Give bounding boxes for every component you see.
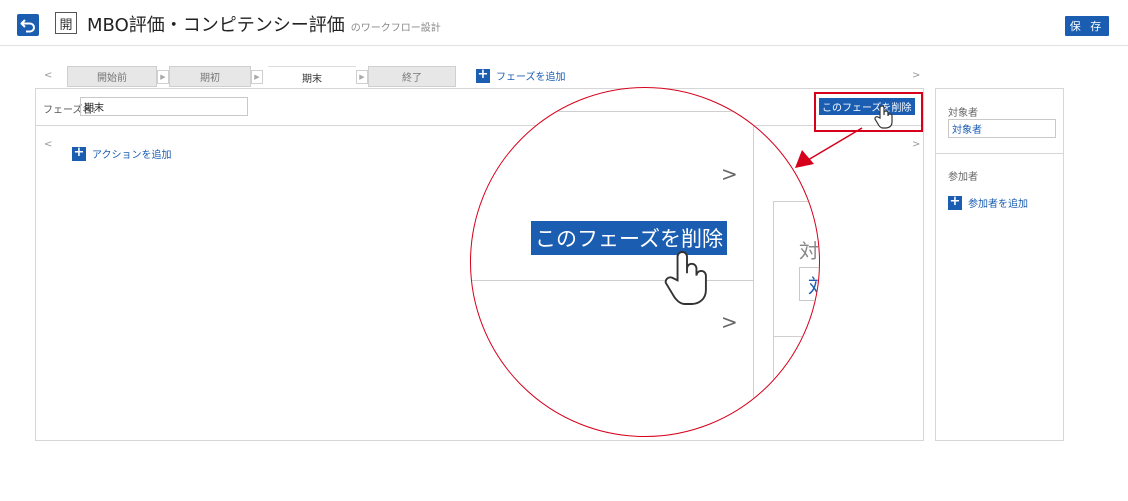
page-subtitle: のワークフロー設計 [350,23,441,34]
undo-arrow-icon [20,19,35,33]
phase-separator-icon: ▶ [157,70,169,84]
save-button[interactable]: 保 存 [1065,16,1109,36]
zoom-hand-cursor-icon [664,251,707,305]
pointer-arrow-icon [795,127,863,168]
plus-icon: + [476,66,490,83]
back-button[interactable] [17,14,39,36]
zoom-target-input: 対 [799,267,819,301]
zoom-magnifier: > > このフェーズを削除 対 対 [470,87,820,437]
plus-icon: + [948,193,962,210]
add-phase-label: フェーズを追加 [496,72,566,83]
phase-tab-before-start[interactable]: 開始前 [67,66,157,87]
add-action-label: アクションを追加 [92,150,172,161]
plus-icon: + [72,144,86,161]
sidebar-divider [935,153,1064,154]
phase-tab-end[interactable]: 期末 [268,66,356,87]
phase-name-input[interactable]: 期末 [80,97,248,116]
phase-tab-finished[interactable]: 終了 [368,66,456,87]
sidebar-panel [935,88,1064,441]
add-phase-button[interactable]: + フェーズを追加 [476,68,566,83]
target-input[interactable]: 対象者 [948,119,1056,138]
zoom-next-arrow: > [721,310,738,334]
phase-next-arrow[interactable]: > [912,70,920,81]
phase-separator-icon: ▶ [356,70,368,84]
target-label: 対象者 [948,108,978,119]
add-participant-button[interactable]: + 参加者を追加 [948,195,1028,210]
page-title: MBO評価・コンピテンシー評価 のワークフロー設計 [87,11,441,37]
phase-separator-icon: ▶ [251,70,263,84]
zoom-line [773,336,819,337]
status-badge: 開 [55,12,77,34]
zoom-line [471,111,753,112]
header-divider [0,45,1128,46]
add-action-button[interactable]: + アクションを追加 [72,146,172,161]
page-title-text: MBO評価・コンピテンシー評価 [87,15,345,36]
action-prev-arrow[interactable]: < [44,139,52,150]
phase-prev-arrow[interactable]: < [44,70,52,81]
phase-tab-start[interactable]: 期初 [169,66,251,87]
add-participant-label: 参加者を追加 [968,199,1028,210]
zoom-target-label: 対 [799,239,819,263]
participants-label: 参加者 [948,172,978,183]
zoom-next-arrow: > [721,162,738,186]
zoom-line [753,111,754,436]
action-next-arrow[interactable]: > [912,139,920,150]
